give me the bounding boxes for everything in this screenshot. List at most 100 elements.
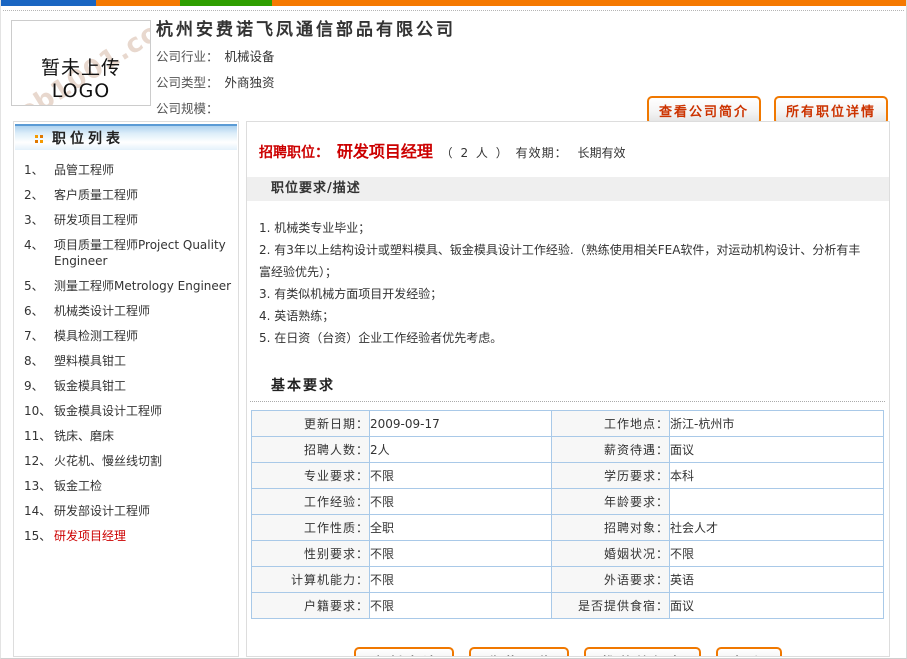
field-label: 是否提供食宿： (552, 593, 670, 619)
job-list: 1、 品管工程师 2、 客户质量工程师 3、 研发项目工程师 4、 (14, 150, 238, 544)
job-list-item[interactable]: 6、 机械类设计工程师 (24, 303, 232, 319)
topbar-orange-segment (96, 0, 180, 6)
job-item-number: 2、 (24, 187, 54, 203)
job-list-item[interactable]: 10、 钣金模具设计工程师 (24, 403, 232, 419)
job-item-label: 铣床、磨床 (54, 428, 232, 444)
company-field-value: 机械设备 (225, 49, 275, 64)
job-item-label: 火花机、慢丝线切割 (54, 453, 232, 469)
company-field-value: 外商独资 (225, 75, 275, 90)
job-item-number: 1、 (24, 162, 54, 178)
logo-placeholder-text: 暂未上传LOGO (12, 53, 150, 102)
field-label: 婚姻状况： (552, 541, 670, 567)
field-value: 本科 (670, 463, 884, 489)
basic-requirements-table: 更新日期： 2009-09-17 工作地点： 浙江-杭州市 招聘人数： 2人 薪… (251, 410, 884, 619)
job-item-label: 模具检测工程师 (54, 328, 232, 344)
job-description-line: 2. 有3年以上结构设计或塑料模具、钣金模具设计工作经验.（熟练使用相关FEA软… (259, 239, 871, 283)
action-buttons: 立刻申请 收藏职位 推荐给好友 打印 (247, 647, 889, 657)
job-title: 研发项目经理 (337, 142, 433, 161)
job-list-item[interactable]: 9、 钣金模具钳工 (24, 378, 232, 394)
basic-requirements-title: 基本要求 (271, 375, 889, 395)
company-field-label: 公司类型： (156, 75, 219, 90)
field-label: 专业要求： (252, 463, 370, 489)
job-list-item[interactable]: 7、 模具检测工程师 (24, 328, 232, 344)
job-description: 1. 机械类专业毕业； 2. 有3年以上结构设计或塑料模具、钣金模具设计工作经验… (259, 217, 871, 349)
action-button[interactable]: 立刻申请 (354, 647, 454, 657)
field-value (670, 489, 884, 515)
field-label: 外语要求： (552, 567, 670, 593)
action-button[interactable]: 收藏职位 (469, 647, 569, 657)
job-list-item[interactable]: 8、 塑料模具钳工 (24, 353, 232, 369)
field-value: 面议 (670, 437, 884, 463)
field-value: 不限 (370, 593, 552, 619)
table-row: 户籍要求： 不限 是否提供食宿： 面议 (252, 593, 884, 619)
action-button[interactable]: 推荐给好友 (584, 647, 701, 657)
company-header: job1001.com 暂未上传LOGO 杭州安费诺飞凤通信部品有限公司 公司行… (1, 11, 906, 121)
job-list-item[interactable]: 13、 钣金工检 (24, 478, 232, 494)
job-list-item[interactable]: 11、 铣床、磨床 (24, 428, 232, 444)
topbar-blue-segment (1, 0, 96, 6)
dotted-rule (250, 401, 885, 402)
company-field-label: 公司规模： (156, 101, 219, 116)
field-value: 2009-09-17 (370, 411, 552, 437)
job-list-item[interactable]: 14、 研发部设计工程师 (24, 503, 232, 519)
company-name: 杭州安费诺飞凤通信部品有限公司 (156, 15, 456, 40)
table-row: 计算机能力： 不限 外语要求： 英语 (252, 567, 884, 593)
table-row: 性别要求： 不限 婚姻状况： 不限 (252, 541, 884, 567)
job-item-number: 8、 (24, 353, 54, 369)
job-item-number: 6、 (24, 303, 54, 319)
field-label: 薪资待遇： (552, 437, 670, 463)
company-field: 公司行业： 机械设备 (156, 44, 275, 70)
job-description-line: 1. 机械类专业毕业； (259, 217, 871, 239)
job-headcount: （ 2 人 ） (441, 146, 510, 160)
field-value: 不限 (370, 463, 552, 489)
job-item-number: 9、 (24, 378, 54, 394)
field-label: 工作地点： (552, 411, 670, 437)
job-item-label: 项目质量工程师Project Quality Engineer (54, 237, 232, 269)
job-list-item[interactable]: 15、 研发项目经理 (24, 528, 232, 544)
job-item-label: 客户质量工程师 (54, 187, 232, 203)
field-label: 性别要求： (252, 541, 370, 567)
job-detail-panel: 招聘职位： 研发项目经理 （ 2 人 ） 有效期： 长期有效 职位要求/描述 1… (246, 121, 890, 657)
table-row: 更新日期： 2009-09-17 工作地点： 浙江-杭州市 (252, 411, 884, 437)
field-value: 社会人才 (670, 515, 884, 541)
top-color-bar (1, 0, 906, 6)
job-item-label: 测量工程师Metrology Engineer (54, 278, 232, 294)
sidebar-title: 职位列表 (52, 128, 124, 148)
field-label: 更新日期： (252, 411, 370, 437)
job-item-label: 钣金模具钳工 (54, 378, 232, 394)
company-logo-placeholder: job1001.com 暂未上传LOGO (11, 20, 151, 106)
field-value: 不限 (370, 541, 552, 567)
field-value: 2人 (370, 437, 552, 463)
table-row: 专业要求： 不限 学历要求： 本科 (252, 463, 884, 489)
job-item-number: 7、 (24, 328, 54, 344)
company-fields: 公司行业： 机械设备 公司类型： 外商独资 公司规模： (156, 44, 275, 122)
field-label: 招聘人数： (252, 437, 370, 463)
grid-squares-icon (35, 135, 38, 138)
job-description-line: 4. 英语熟练； (259, 305, 871, 327)
job-item-label: 研发部设计工程师 (54, 503, 232, 519)
field-label: 招聘对象： (552, 515, 670, 541)
job-list-item[interactable]: 5、 测量工程师Metrology Engineer (24, 278, 232, 294)
job-item-number: 10、 (24, 403, 54, 419)
content: 职位列表 1、 品管工程师 2、 客户质量工程师 3、 (1, 121, 906, 657)
sidebar-header: 职位列表 (15, 124, 237, 150)
company-field-label: 公司行业： (156, 49, 219, 64)
job-list-item[interactable]: 2、 客户质量工程师 (24, 187, 232, 203)
job-item-number: 14、 (24, 503, 54, 519)
action-button[interactable]: 打印 (716, 647, 782, 657)
company-field: 公司规模： (156, 96, 275, 122)
field-label: 工作性质： (252, 515, 370, 541)
job-list-item[interactable]: 4、 项目质量工程师Project Quality Engineer (24, 237, 232, 269)
job-list-sidebar: 职位列表 1、 品管工程师 2、 客户质量工程师 3、 (13, 121, 239, 657)
company-field: 公司类型： 外商独资 (156, 70, 275, 96)
field-value: 面议 (670, 593, 884, 619)
job-item-number: 12、 (24, 453, 54, 469)
job-item-label: 钣金工检 (54, 478, 232, 494)
job-list-item[interactable]: 1、 品管工程师 (24, 162, 232, 178)
field-value: 不限 (370, 567, 552, 593)
job-description-line: 3. 有类似机械方面项目开发经验； (259, 283, 871, 305)
job-list-item[interactable]: 3、 研发项目工程师 (24, 212, 232, 228)
field-label: 年龄要求： (552, 489, 670, 515)
field-value: 不限 (670, 541, 884, 567)
job-list-item[interactable]: 12、 火花机、慢丝线切割 (24, 453, 232, 469)
